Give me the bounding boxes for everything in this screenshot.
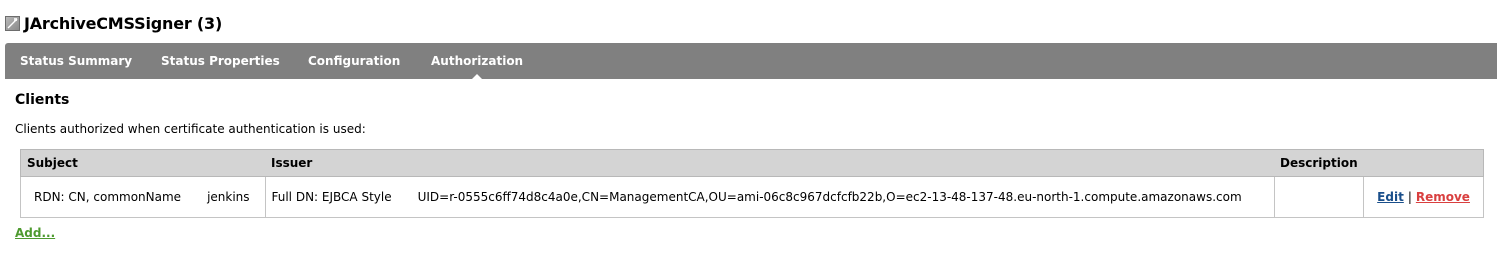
issuer-cell: Full DN: EJBCA Style UID=r-0555c6ff74d8c… — [264, 176, 1275, 218]
issuer-type: Full DN: EJBCA Style — [271, 190, 392, 204]
page-title: JArchiveCMSSigner (3) — [24, 13, 223, 33]
subject-type: RDN: CN, commonName — [34, 190, 182, 204]
tab-configuration[interactable]: Configuration — [308, 43, 400, 79]
action-separator: | — [1407, 190, 1412, 204]
tab-status-summary[interactable]: Status Summary — [20, 43, 132, 79]
add-client-link[interactable]: Add... — [15, 226, 55, 240]
tab-bar: Status Summary Status Properties Configu… — [5, 43, 1497, 79]
tab-authorization[interactable]: Authorization — [431, 43, 523, 79]
page-header: JArchiveCMSSigner (3) — [5, 12, 222, 34]
section-description: Clients authorized when certificate auth… — [15, 122, 366, 136]
description-cell — [1273, 176, 1365, 218]
worker-icon — [5, 15, 20, 31]
subject-value: jenkins — [207, 190, 250, 204]
section-heading: Clients — [15, 92, 70, 108]
edit-link[interactable]: Edit — [1377, 190, 1404, 204]
column-header-actions — [1363, 149, 1484, 177]
table-row: RDN: CN, commonName jenkins Full DN: EJB… — [20, 176, 1484, 218]
page: JArchiveCMSSigner (3) Status Summary Sta… — [0, 0, 1497, 257]
actions-cell: Edit | Remove — [1363, 176, 1484, 218]
column-header-subject: Subject — [20, 149, 265, 177]
issuer-value: UID=r-0555c6ff74d8c4a0e,CN=ManagementCA,… — [417, 190, 1242, 204]
column-header-description: Description — [1274, 149, 1364, 177]
subject-cell: RDN: CN, commonName jenkins — [20, 176, 266, 218]
column-header-issuer: Issuer — [265, 149, 1274, 177]
tab-status-properties[interactable]: Status Properties — [161, 43, 280, 79]
table-header-row: Subject Issuer Description — [20, 149, 1484, 177]
clients-table: Subject Issuer Description RDN: CN, comm… — [20, 149, 1484, 218]
remove-link[interactable]: Remove — [1416, 190, 1470, 204]
